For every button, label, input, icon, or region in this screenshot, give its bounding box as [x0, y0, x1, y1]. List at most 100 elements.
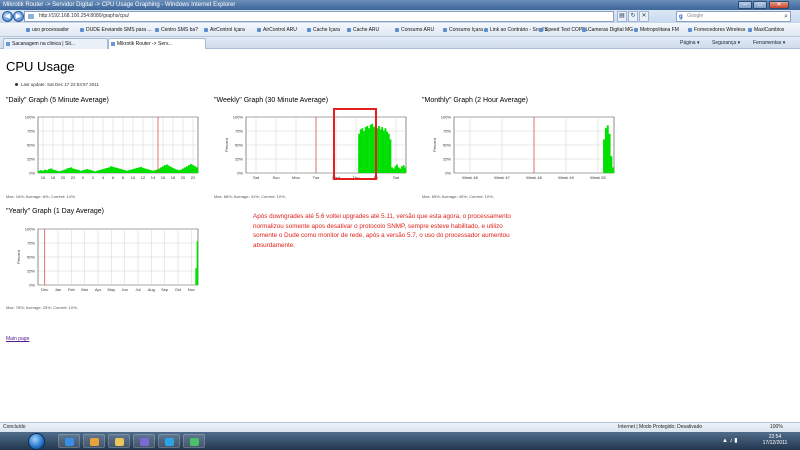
daily-graph-title: "Daily" Graph (5 Minute Average) [6, 97, 109, 104]
taskbar-folder[interactable] [108, 434, 130, 448]
y-tick-label: 0% [29, 171, 35, 176]
series-bar [396, 164, 398, 173]
series-bar [68, 167, 71, 173]
security-zone[interactable]: Internet | Modo Protegido: Desativado [618, 423, 702, 432]
favorite-item[interactable]: Consumo Içara [443, 26, 483, 34]
minimize-button[interactable]: – [738, 1, 752, 9]
series-bar [160, 167, 163, 173]
favorite-item[interactable]: MaxiCambios [748, 26, 784, 34]
tab-sacanagem[interactable]: Sacanagem na clinica | Sit... [3, 38, 108, 49]
x-tick-label: 10 [131, 175, 136, 180]
series-bar [56, 170, 59, 173]
search-input[interactable]: g Google ⌕ [676, 11, 791, 22]
series-bar [192, 165, 195, 173]
maximize-button[interactable]: □ [753, 1, 767, 9]
x-tick-label: Tue [313, 175, 321, 180]
series-bar [194, 166, 197, 173]
favorite-item[interactable]: Speed Test COPEL [539, 26, 588, 34]
x-tick-label: Week 46 [462, 175, 478, 180]
clock-date: 17/12/2011 [762, 440, 788, 446]
search-icon[interactable]: ⌕ [784, 12, 788, 21]
series-bar [46, 170, 49, 173]
series-bar [50, 168, 53, 173]
series-bar [70, 167, 73, 173]
series-bar [168, 165, 171, 173]
monthly-graph-title: "Monthly" Graph (2 Hour Average) [422, 97, 529, 104]
main-page-link[interactable]: Main page [6, 336, 29, 342]
menu-pagina[interactable]: Página ▾ [680, 39, 699, 47]
favorite-item[interactable]: Cameras Digital MG [582, 26, 633, 34]
series-bar [52, 169, 55, 173]
tab-mikrotik[interactable]: Mikrotik Router -> Serv... [108, 38, 206, 49]
refresh-button[interactable]: ↻ [628, 11, 638, 22]
taskbar-ie[interactable] [58, 434, 80, 448]
stop-button[interactable]: ✕ [639, 11, 649, 22]
y-tick-label: 25% [27, 157, 35, 162]
favorite-item[interactable]: Cache ARU [347, 26, 379, 34]
url-input[interactable]: http://192.168.100.254:8080/graphs/cpu/ [24, 11, 614, 22]
series-bar [72, 168, 75, 173]
series-bar [394, 166, 397, 173]
favorite-item[interactable]: Centro SMS ba? [155, 26, 198, 34]
menu-ferramentas[interactable]: Ferramentas ▾ [753, 39, 785, 47]
close-button[interactable]: ✕ [769, 1, 789, 9]
menu-seguranca[interactable]: Segurança ▾ [712, 39, 740, 47]
system-tray[interactable]: ▲ ♪ ▮ [722, 437, 738, 444]
y-tick-label: 0% [29, 283, 35, 288]
x-tick-label: Week 50 [590, 175, 606, 180]
taskbar-media[interactable] [83, 434, 105, 448]
series-bar [40, 170, 43, 173]
series-bar [54, 170, 57, 173]
series-bar [110, 166, 113, 173]
series-bar [164, 165, 167, 173]
x-tick-label: Sat [253, 175, 260, 180]
forward-button[interactable]: ▶ [13, 11, 24, 22]
favorite-item[interactable]: AirControl Içara [204, 26, 245, 34]
start-button[interactable] [28, 433, 45, 450]
favorite-item[interactable]: Cache Içara [307, 26, 340, 34]
taskbar-app[interactable] [133, 434, 155, 448]
x-tick-label: 4 [102, 175, 105, 180]
x-tick-label: Sep [161, 287, 169, 292]
monthly-graph-stats: Max: 85%; Average: 40%; Current: 10%; [422, 194, 494, 199]
series-bar [38, 170, 41, 173]
compat-view-button[interactable]: ▤ [617, 11, 627, 22]
series-bar [196, 167, 199, 173]
series-bar [384, 128, 387, 173]
monthly-graph: 100% 75% 50% 25% 0% Week 46 Week 47 Week 48 Week… [432, 115, 615, 180]
favorite-item[interactable]: Link ao Contrário - Snail's [484, 26, 547, 34]
favorite-item[interactable]: Metropolitana FM [634, 26, 679, 34]
favorite-item[interactable]: Consumo ARU [395, 26, 434, 34]
x-tick-label: 0 [82, 175, 85, 180]
x-tick-label: 18 [51, 175, 56, 180]
back-button[interactable]: ◀ [2, 11, 13, 22]
series-bar [118, 168, 121, 173]
series-bar [152, 170, 155, 173]
zoom-level[interactable]: 100% [770, 423, 783, 432]
search-placeholder: Google [687, 13, 704, 19]
series-bar [132, 169, 135, 173]
series-bar [138, 167, 141, 173]
x-tick-label: Mon [292, 175, 300, 180]
series-bar [170, 166, 173, 173]
favorite-item[interactable]: Fornecedores Wireless [688, 26, 745, 34]
favorite-item[interactable]: AirControl ARU [257, 26, 297, 34]
status-bar: Concluído Internet | Modo Protegido: Des… [0, 422, 800, 432]
series-bar [148, 169, 151, 173]
series-bar [612, 167, 615, 173]
favorite-item[interactable]: DUDE Enviando SMS para ... [80, 26, 152, 34]
series-bar [44, 169, 47, 173]
x-tick-label: Jun [121, 287, 127, 292]
clock[interactable]: 22:54 17/12/2011 [757, 434, 793, 446]
annotation-text: Após downgrades até 5.6 voltei upgrades … [253, 213, 511, 249]
series-bar [154, 170, 157, 173]
series-bar [404, 167, 407, 173]
favorite-item[interactable]: uso processador [26, 26, 69, 34]
taskbar-app2[interactable] [183, 434, 205, 448]
y-axis-label: Percent [16, 249, 21, 264]
series-bar [196, 241, 199, 285]
series-bar [142, 167, 145, 173]
y-tick-label: 100% [441, 115, 452, 120]
taskbar-skype[interactable] [158, 434, 180, 448]
series-bar [402, 165, 405, 173]
